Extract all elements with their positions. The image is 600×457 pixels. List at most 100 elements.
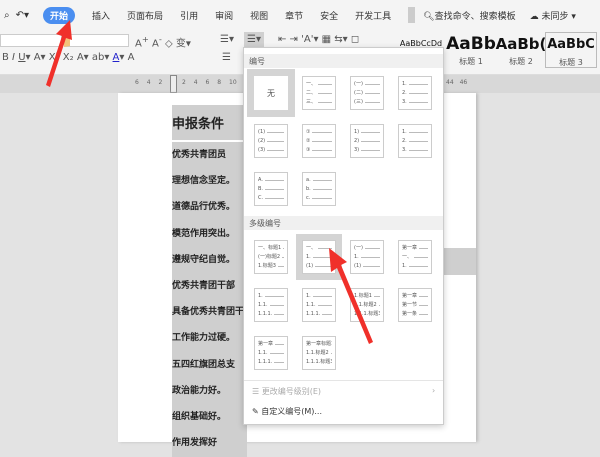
multilevel-section-title: 多级编号	[244, 216, 443, 230]
undo-icon[interactable]: ↶▾	[16, 10, 29, 21]
document-line[interactable]: 道德品行优秀。	[172, 194, 247, 222]
tile-row: 3)	[354, 146, 380, 155]
tile-row: 1.1.1.	[258, 310, 284, 319]
tile-row: (二)	[354, 89, 380, 98]
tab-6[interactable]: 章节	[285, 9, 303, 22]
style-3[interactable]: AaBbC 标题 3	[545, 32, 597, 68]
tile-row-label: 2)	[354, 138, 360, 144]
numbering-none[interactable]: 无	[254, 76, 288, 110]
document-line[interactable]: 优秀共青团干部	[172, 273, 247, 300]
numbering-option[interactable]: (一) (二) (三)	[350, 76, 384, 110]
document-line[interactable]: 具备优秀共青团干	[172, 299, 247, 327]
multilevel-option[interactable]: 一、标题1 (一)标题2 1.标题3	[254, 240, 288, 274]
bullets-icon[interactable]: ☰▾	[220, 34, 234, 45]
custom-numbering-item[interactable]: ✎ 自定义编号(M)...	[252, 406, 322, 417]
document-line[interactable]: 作用发挥好	[172, 430, 247, 457]
numbering-option[interactable]: 一、 二、 三、	[302, 76, 336, 110]
tab-7[interactable]: 安全	[320, 9, 338, 22]
align-icon[interactable]: ☰	[222, 52, 231, 63]
document-line[interactable]: 政治能力好。	[172, 377, 247, 405]
tab-1[interactable]: 插入	[92, 9, 110, 22]
tile-row-label: 1)	[354, 129, 360, 135]
style-1[interactable]: AaBb 标题 1	[445, 32, 497, 68]
tile-row: 2.	[402, 137, 428, 146]
indent-marker[interactable]	[170, 75, 177, 93]
tile-row-label: 三、	[306, 99, 317, 105]
multilevel-option[interactable]: 第一章一、 1.	[398, 240, 432, 274]
ruler-tick: 4	[146, 79, 151, 86]
document-line[interactable]: 组织基础好。	[172, 404, 247, 431]
tile-row-label: (1)	[306, 263, 314, 269]
numbering-option[interactable]: (1) (2) (3)	[254, 124, 288, 158]
numbering-option[interactable]: ① ② ③	[302, 124, 336, 158]
tile-row: 第一章	[258, 340, 284, 349]
numbering-button[interactable]: ☰▾	[244, 32, 264, 47]
tile-row: 3.	[402, 146, 428, 155]
change-level-item[interactable]: ☰ 更改编号级别(E) ›	[252, 386, 435, 397]
multilevel-option[interactable]: 1. 1.1. 1.1.1.	[254, 288, 288, 322]
tile-row-label: 一、	[402, 254, 413, 260]
numbering-option[interactable]: 1. 2. 3.	[398, 124, 432, 158]
tab-2[interactable]: 页面布局	[127, 9, 163, 22]
document-line[interactable]: 模范作用突出。	[172, 220, 247, 248]
tile-row-label: a.	[306, 177, 311, 183]
style-2[interactable]: AaBb(标题 2	[495, 32, 547, 68]
numbering-section-title: 编号	[244, 54, 443, 68]
document-line[interactable]: 遵规守纪自觉。	[172, 246, 247, 274]
tile-row-label: 1.	[258, 293, 263, 299]
document-line[interactable]: 申报条件	[172, 105, 247, 140]
tile-row: (1)	[258, 128, 284, 137]
indent-icons[interactable]: ⇤ ⇥ 'A'▾ ▦ ⇆▾ ◻	[278, 34, 359, 45]
search-commands[interactable]: 🔍︎查找命令、搜索模板	[423, 9, 515, 22]
more-tabs-button[interactable]	[408, 7, 416, 23]
document-line[interactable]: 工作能力过硬。	[172, 325, 247, 353]
tile-row-label: ①	[306, 129, 311, 135]
numbering-option[interactable]: 1) 2) 3)	[350, 124, 384, 158]
tile-row: a.	[306, 176, 332, 185]
document-line[interactable]: 五四红旗团总支	[172, 351, 247, 379]
numbering-option[interactable]: A. B. C.	[254, 172, 288, 206]
ruler-tick: 46	[459, 79, 468, 86]
tile-row: c.	[306, 194, 332, 203]
numbering-option[interactable]: 1. 2. 3.	[398, 76, 432, 110]
style-sample: AaBb	[446, 34, 496, 54]
tile-row: 2)	[354, 137, 380, 146]
tile-row-label: (2)	[258, 138, 266, 144]
tile-row-label: (三)	[354, 99, 363, 105]
tile-row-label: 1.1.1.标题3	[306, 359, 332, 365]
multilevel-option[interactable]: 第一章 1.1. 1.1.1.	[254, 336, 288, 370]
ruler-tick: 8	[217, 79, 222, 86]
annotation-arrow-top	[46, 20, 72, 87]
custom-numbering-label: 自定义编号(M)...	[261, 407, 323, 416]
tab-3[interactable]: 引用	[180, 9, 198, 22]
tile-row-label: B.	[258, 186, 264, 192]
document-line[interactable]: 优秀共青团员	[172, 142, 247, 169]
tab-8[interactable]: 开发工具	[355, 9, 391, 22]
selection-highlight	[444, 248, 476, 275]
numbering-dropdown: 编号 无 多级编号 一、 二、 三、 (一) (二) (三) 1. 2. 3. (1) (2) (3)…	[243, 47, 444, 425]
document-line[interactable]: 理想信念坚定。	[172, 168, 247, 196]
tile-row-label: A.	[258, 177, 263, 183]
style-sample: AaBb(	[495, 35, 547, 53]
annotation-arrow-dropdown	[329, 248, 373, 344]
tile-row: 一、	[402, 253, 428, 262]
tile-row-label: 1.1.	[258, 350, 268, 356]
tile-row-label: 第一章	[402, 245, 418, 251]
tab-4[interactable]: 审阅	[215, 9, 233, 22]
tile-row-label: (一)标题2	[258, 254, 281, 260]
font-grow-icon[interactable]: A+ A- ◇ 变▾	[135, 34, 191, 49]
tile-row-label: 1.	[306, 254, 311, 260]
numbering-option[interactable]: a. b. c.	[302, 172, 336, 206]
tile-row-label: 1.1.标题2	[306, 350, 329, 356]
tile-row-label: 1.1.	[306, 302, 316, 308]
preview-icon[interactable]: ⌕	[4, 10, 10, 21]
sync-status[interactable]: ☁ 未同步 ▾	[530, 9, 576, 22]
tab-5[interactable]: 视图	[250, 9, 268, 22]
multilevel-option[interactable]: 第一章 第一节 第一条	[398, 288, 432, 322]
tile-row-label: 一、	[306, 81, 317, 87]
tile-row-label: 一、标题1	[258, 245, 282, 251]
tile-row-label: 1.1.1.	[258, 311, 273, 317]
tile-row: 1.	[402, 262, 428, 271]
tile-row-label: 3)	[354, 147, 360, 153]
tile-row: 二、	[306, 89, 332, 98]
